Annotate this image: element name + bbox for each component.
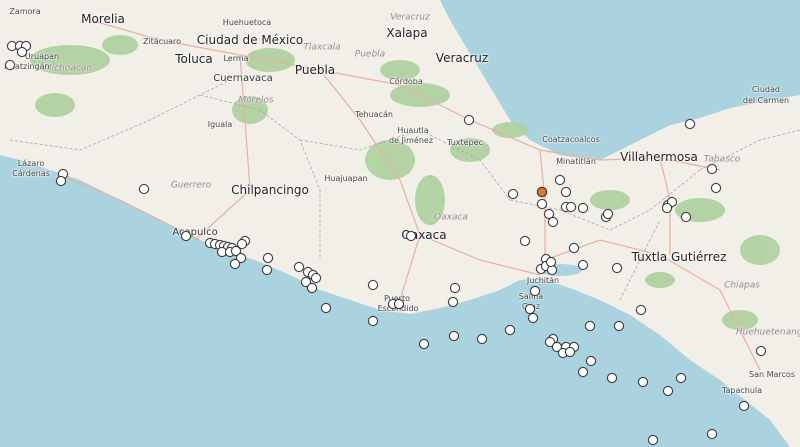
earthquake-marker[interactable] [711,183,721,193]
earthquake-marker[interactable] [566,202,576,212]
earthquake-marker[interactable] [662,203,672,213]
earthquake-marker[interactable] [520,236,530,246]
earthquake-marker[interactable] [603,209,613,219]
earthquake-marker[interactable] [614,321,624,331]
earthquake-marker[interactable] [464,115,474,125]
earthquake-marker[interactable] [448,297,458,307]
earthquake-marker[interactable] [612,263,622,273]
earthquake-marker[interactable] [546,257,556,267]
earthquake-markers [0,0,800,447]
earthquake-marker[interactable] [663,386,673,396]
earthquake-marker[interactable] [707,164,717,174]
earthquake-marker[interactable] [505,325,515,335]
earthquake-marker[interactable] [56,176,66,186]
earthquake-marker[interactable] [311,273,321,283]
earthquake-marker[interactable] [263,253,273,263]
earthquake-marker[interactable] [676,373,686,383]
earthquake-marker[interactable] [262,265,272,275]
earthquake-marker[interactable] [578,260,588,270]
earthquake-marker[interactable] [17,47,27,57]
earthquake-marker[interactable] [681,212,691,222]
earthquake-marker[interactable] [237,239,247,249]
earthquake-marker-highlighted[interactable] [537,187,547,197]
earthquake-marker[interactable] [636,305,646,315]
earthquake-marker[interactable] [561,187,571,197]
earthquake-marker[interactable] [321,303,331,313]
earthquake-marker[interactable] [586,356,596,366]
earthquake-marker[interactable] [537,199,547,209]
earthquake-marker[interactable] [528,313,538,323]
earthquake-marker[interactable] [139,184,149,194]
earthquake-marker[interactable] [307,283,317,293]
earthquake-marker[interactable] [578,203,588,213]
earthquake-marker[interactable] [5,60,15,70]
earthquake-marker[interactable] [739,401,749,411]
earthquake-marker[interactable] [569,243,579,253]
earthquake-marker[interactable] [525,304,535,314]
earthquake-marker[interactable] [449,331,459,341]
earthquake-marker[interactable] [477,334,487,344]
earthquake-marker[interactable] [648,435,658,445]
earthquake-marker[interactable] [565,347,575,357]
earthquake-marker[interactable] [638,377,648,387]
earthquake-marker[interactable] [508,189,518,199]
earthquake-marker[interactable] [585,321,595,331]
earthquake-marker[interactable] [548,217,558,227]
earthquake-marker[interactable] [230,259,240,269]
earthquake-marker[interactable] [555,175,565,185]
earthquake-marker[interactable] [450,283,460,293]
earthquake-marker[interactable] [756,346,766,356]
earthquake-marker[interactable] [406,231,416,241]
earthquake-marker[interactable] [181,231,191,241]
earthquake-marker[interactable] [685,119,695,129]
earthquake-marker[interactable] [707,429,717,439]
earthquake-marker[interactable] [578,367,588,377]
earthquake-marker[interactable] [530,286,540,296]
earthquake-marker[interactable] [419,339,429,349]
earthquake-marker[interactable] [368,316,378,326]
earthquake-marker[interactable] [394,299,404,309]
earthquake-marker[interactable] [368,280,378,290]
earthquake-marker[interactable] [607,373,617,383]
